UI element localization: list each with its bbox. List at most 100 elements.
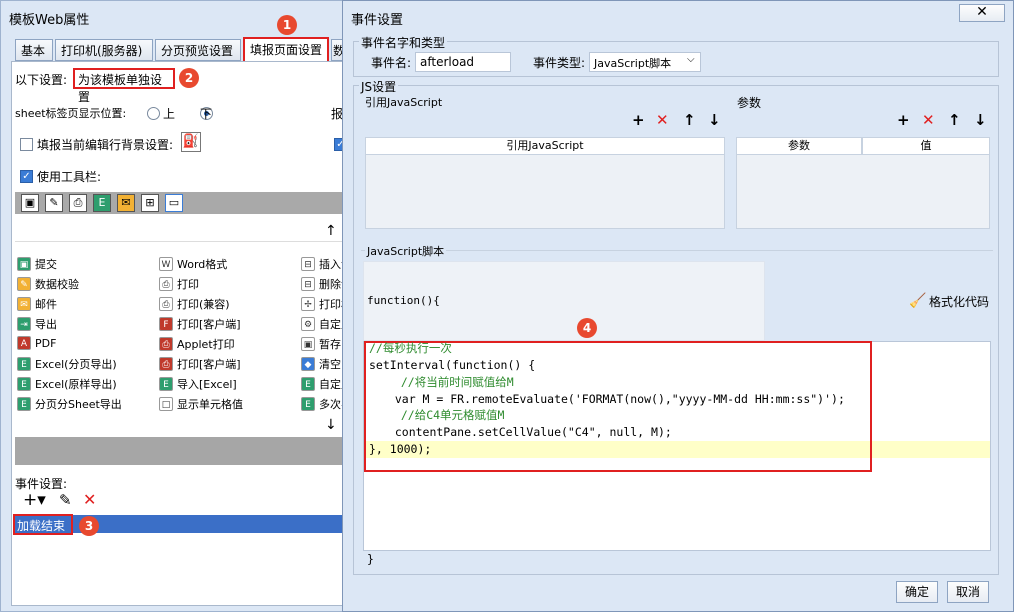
mail-icon[interactable]: ✉ (117, 194, 135, 212)
event-settings-dialog: 事件设置 ✕ 事件名字和类型 事件名: afterload 事件类型: Java… (342, 0, 1014, 612)
value-col-header: 值 (862, 137, 990, 155)
toolbar-grid-label: 显示单元格值 (177, 398, 243, 411)
toolbar-grid-item[interactable]: ⎙ 打印(兼容) (159, 296, 230, 312)
toolbar-grid-icon: F (159, 317, 173, 331)
delete-js-icon[interactable]: ✕ (656, 111, 669, 129)
add-param-icon[interactable]: + (897, 111, 910, 129)
toolbar-grid-label: 数据校验 (35, 278, 79, 291)
toolbar-grid-label: 打印 (177, 278, 199, 291)
toolbar-grid-item[interactable]: ⇥ 导出 (17, 316, 57, 332)
bg-checkbox[interactable] (20, 138, 33, 151)
edit-icon[interactable]: ✎ (45, 194, 63, 212)
toolbar-grid-label: 清空 (319, 358, 341, 371)
event-name-group-label: 事件名字和类型 (359, 34, 448, 51)
setting-label: 以下设置: (15, 73, 68, 87)
print-icon[interactable]: ⎙ (69, 194, 87, 212)
toolbar-grid-item[interactable]: ⎙ 打印[客户端] (159, 356, 241, 372)
tab-basic[interactable]: 基本 (15, 39, 53, 61)
toolbar-grid-item[interactable]: E 导入[Excel] (159, 376, 237, 392)
broom-icon[interactable]: 🧹 (909, 293, 926, 309)
ref-js-col-header: 引用JavaScript (365, 137, 725, 155)
toolbar-grid-item[interactable]: E 分页分Sheet导出 (17, 396, 122, 412)
sheet-pos-label: sheet标签页显示位置: (15, 107, 127, 120)
move-up-icon[interactable]: ↑ (325, 223, 337, 239)
toolbar-grid-item[interactable]: ✎ 数据校验 (17, 276, 79, 292)
add-icon[interactable]: +▾ (23, 490, 46, 510)
func-close: } (367, 552, 374, 566)
radio-top[interactable] (147, 107, 160, 120)
toolbar-grid-icon: ✉ (17, 297, 31, 311)
down-js-icon[interactable]: ↓ (708, 111, 721, 129)
toolbar-grid-icon: ▣ (17, 257, 31, 271)
delete-icon[interactable]: ✕ (83, 490, 96, 509)
close-icon[interactable]: ✕ (959, 4, 1005, 22)
toolbar-grid-item[interactable]: E Excel(原样导出) (17, 376, 117, 392)
toolbar-grid-icon: ⊟ (301, 277, 315, 291)
toolbar-grid-item[interactable]: ✉ 邮件 (17, 296, 57, 312)
tab-preview[interactable]: 分页预览设置 (155, 39, 241, 61)
toolbar-grid-item[interactable]: ⎙ 打印 (159, 276, 199, 292)
delete-param-icon[interactable]: ✕ (922, 111, 935, 129)
code-line-6: contentPane.setCellValue("C4", null, M); (381, 425, 672, 439)
params-label: 参数 (737, 96, 762, 110)
cancel-button[interactable]: 取消 (947, 581, 989, 603)
up-js-icon[interactable]: ↑ (683, 111, 696, 129)
toolbar-grid-item[interactable]: ◆ 清空 (301, 356, 341, 372)
toolbar-grid-icon: ⎙ (159, 297, 173, 311)
toolbar-grid-item[interactable]: ⎙ Applet打印 (159, 336, 235, 352)
toolbar-grid-item[interactable]: □ 显示单元格值 (159, 396, 243, 412)
toolbar-grid-icon: ⎙ (159, 337, 173, 351)
event-item[interactable]: 加载结束 (13, 514, 73, 535)
setting-select[interactable]: 为该模板单独设置 (73, 68, 175, 104)
structure-icon[interactable]: ⊞ (141, 194, 159, 212)
event-type-select[interactable]: JavaScript脚本 (589, 52, 701, 72)
toolbar-checkbox[interactable] (20, 170, 33, 183)
toolbar-grid-label: 打印[客户端] (177, 318, 241, 331)
script-label: JavaScript脚本 (365, 243, 447, 259)
toolbar-grid-label: 提交 (35, 258, 57, 271)
toolbar-grid-label: 导出 (35, 318, 57, 331)
toolbar-grid-item[interactable]: W Word格式 (159, 256, 227, 272)
edit-pencil-icon[interactable]: ✎ (59, 491, 72, 509)
step-badge-1: 1 (277, 15, 297, 35)
format-code-button[interactable]: 格式化代码 (929, 293, 989, 310)
add-js-icon[interactable]: + (632, 111, 645, 129)
toolbar-grid-item[interactable]: ▣ 提交 (17, 256, 57, 272)
step-badge-4: 4 (577, 318, 597, 338)
toolbar-grid-icon: ✎ (17, 277, 31, 291)
toolbar-grid-icon: E (159, 377, 173, 391)
ref-js-label: 引用JavaScript (365, 96, 443, 109)
toolbar-grid-item[interactable]: ▣ 暂存 (301, 336, 341, 352)
js-group-label: JS设置 (359, 78, 399, 95)
code-line-1: //每秒执行一次 (369, 341, 452, 355)
event-name-input[interactable]: afterload (415, 52, 511, 72)
down-param-icon[interactable]: ↓ (974, 111, 987, 129)
up-param-icon[interactable]: ↑ (948, 111, 961, 129)
tab-printer[interactable]: 打印机(服务器) (55, 39, 153, 61)
toolbar-grid-item[interactable]: E Excel(分页导出) (17, 356, 117, 372)
toolbar-grid-label: 导入[Excel] (177, 378, 237, 391)
save-icon[interactable]: ▣ (21, 194, 39, 212)
ok-button[interactable]: 确定 (896, 581, 938, 603)
excel-icon[interactable]: E (93, 194, 111, 212)
chevron-down-icon[interactable]: ⌵ (687, 54, 695, 65)
toolbar-grid-item[interactable]: F 打印[客户端] (159, 316, 241, 332)
toolbar-grid-label: 暂存 (319, 338, 341, 351)
code-line-5: //给C4单元格赋值M (387, 408, 505, 422)
move-down-icon[interactable]: ↓ (325, 417, 337, 433)
step-badge-2: 2 (179, 68, 199, 88)
window-title: 模板Web属性 (9, 13, 90, 28)
toolbar-grid-icon: E (301, 377, 315, 391)
toolbar-grid-icon: ◆ (301, 357, 315, 371)
toolbar-label: 使用工具栏: (37, 170, 102, 184)
toolbar-grid-icon: ⇥ (17, 317, 31, 331)
func-open: function(){ (367, 294, 440, 307)
toolbar-grid-label: 打印(兼容) (177, 298, 230, 311)
window-icon[interactable]: ▭ (165, 194, 183, 212)
toolbar-grid-label: 邮件 (35, 298, 57, 311)
toolbar-grid-label: 分页分Sheet导出 (35, 398, 122, 411)
toolbar-grid-item[interactable]: A PDF (17, 336, 56, 350)
tab-fill-page[interactable]: 填报页面设置 (243, 37, 329, 61)
paint-bucket-icon[interactable]: ⛽ (181, 132, 201, 152)
code-line-2: setInterval(function() { (369, 358, 536, 372)
